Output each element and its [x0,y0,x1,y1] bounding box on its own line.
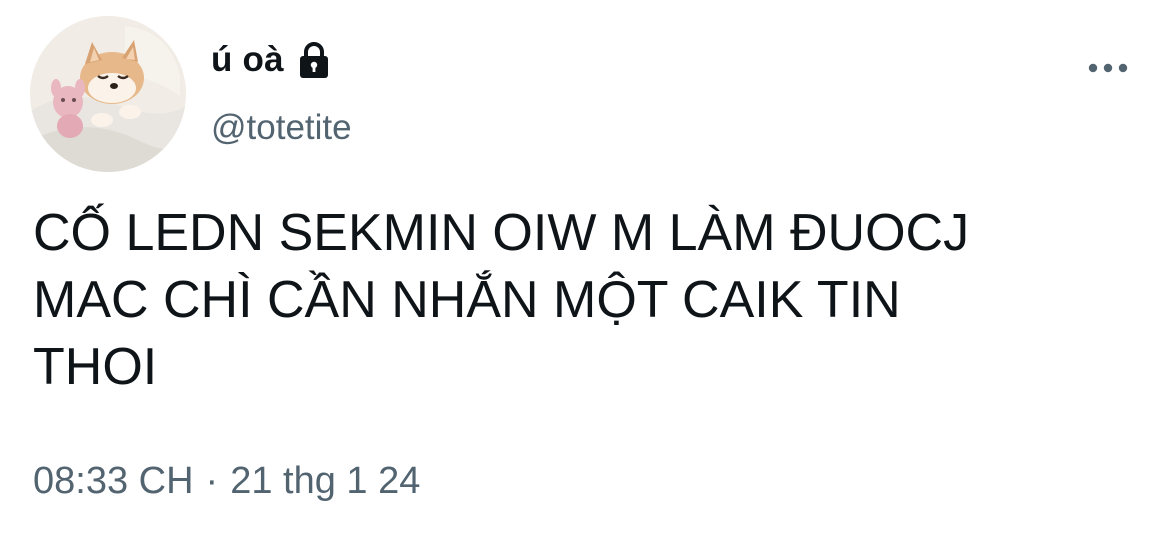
tweet-time[interactable]: 08:33 CH [33,460,194,503]
meta-separator: · [205,460,219,502]
tweet-text: CỐ LEDN SEKMIN OIW M LÀM ĐUOCJ MAC CHÌ C… [33,200,1143,401]
shiba-dog-avatar-icon [30,16,186,172]
display-name[interactable]: ú oà [211,40,284,80]
tweet-meta: 08:33 CH · 21 thg 1 24 [33,460,420,503]
tweet-text-line: THOI [33,338,158,396]
avatar[interactable] [30,16,186,172]
more-horizontal-icon[interactable] [1086,58,1130,78]
tweet-card: ú oà @totetite CỐ LEDN SEKMIN OIW M LÀM … [0,0,1170,541]
author-handle[interactable]: @totetite [211,108,352,148]
author-name-row: ú oà [211,38,334,82]
tweet-date[interactable]: 21 thg 1 24 [230,460,420,503]
tweet-text-line: MAC CHÌ CẦN NHẮN MỘT CAIK TIN [33,271,901,329]
lock-icon [299,42,328,78]
tweet-text-line: CỐ LEDN SEKMIN OIW M LÀM ĐUOCJ [33,204,970,262]
